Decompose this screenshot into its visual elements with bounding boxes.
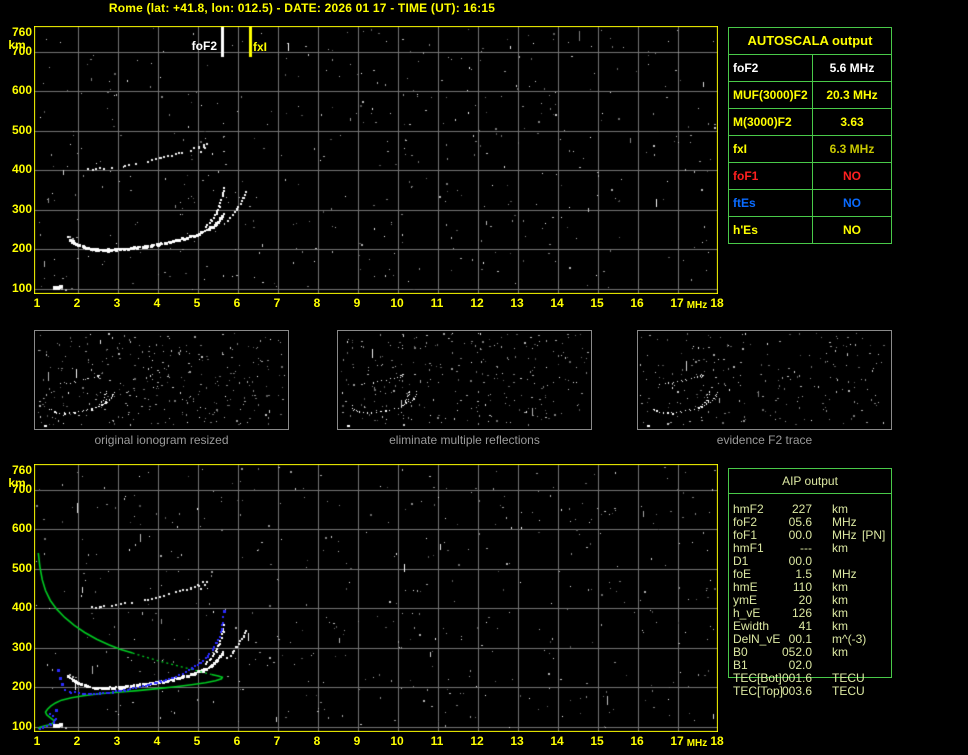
aip-row-extra: [PN] xyxy=(862,528,886,542)
x-axis-tick-label: 5 xyxy=(193,296,201,310)
autoscala-row-value: NO xyxy=(843,196,861,210)
x-axis-tick-label: 7 xyxy=(273,296,281,310)
aip-row: B0 052.0 km xyxy=(728,646,898,659)
x-axis-tick-label: 14 xyxy=(550,734,564,748)
x-axis-tick-label: 12 xyxy=(470,734,484,748)
x-axis-tick-label: 12 xyxy=(470,296,484,310)
aip-row: DelN_vE 00.1 m^(-3) xyxy=(728,633,898,646)
y-axis-tick-label: 100 xyxy=(11,281,32,296)
y-axis-tick-label: 500 xyxy=(11,560,32,575)
x-axis-tick-label: 5 xyxy=(193,734,201,748)
profile-plot xyxy=(34,464,718,732)
y-axis-unit-label: km xyxy=(8,38,26,52)
x-axis-unit-label: MHz xyxy=(686,738,708,749)
x-axis-tick-label: 15 xyxy=(590,296,604,310)
x-axis-tick-label: 4 xyxy=(153,296,161,310)
x-axis-tick-label: 9 xyxy=(353,734,361,748)
autoscala-row-label: h'Es xyxy=(729,217,813,243)
autoscala-row-label: foF1 xyxy=(729,163,813,189)
aip-row: D1 00.0 xyxy=(728,555,898,568)
aip-table-title: AIP output xyxy=(729,469,891,494)
x-axis-tick-label: 2 xyxy=(73,734,81,748)
y-axis-tick-label: 300 xyxy=(11,201,32,216)
y-axis-tick-label: 300 xyxy=(11,639,32,654)
autoscala-row: ftEs NO xyxy=(729,189,891,216)
y-axis-tick-label: 760 xyxy=(11,25,32,39)
autoscala-row-value: NO xyxy=(843,169,861,183)
x-axis-tick-label: 1 xyxy=(33,296,41,310)
y-axis-unit-label: km xyxy=(8,476,26,490)
x-axis-tick-label: 9 xyxy=(353,296,361,310)
x-axis-tick-label: 10 xyxy=(390,734,404,748)
thumbnail-original-ionogram xyxy=(34,330,289,430)
y-axis-tick-label: 760 xyxy=(11,463,32,477)
aip-row-value: 003.6 xyxy=(781,684,812,698)
y-axis-tick-label: 400 xyxy=(11,162,32,177)
x-axis-tick-label: 2 xyxy=(73,296,81,310)
y-axis-tick-label: 200 xyxy=(11,241,32,256)
aip-row-unit: TECU xyxy=(832,684,865,698)
autoscala-row-label: ftEs xyxy=(729,190,813,216)
x-axis-tick-label: 16 xyxy=(630,296,644,310)
x-axis-tick-label: 16 xyxy=(630,734,644,748)
aip-row-unit: km xyxy=(832,541,848,555)
autoscala-row-value: NO xyxy=(843,223,861,237)
thumbnail-eliminate-reflections xyxy=(337,330,592,430)
x-axis-tick-label: 3 xyxy=(113,734,121,748)
autoscala-row: MUF(3000)F2 20.3 MHz xyxy=(729,81,891,108)
thumbnail-caption-eliminate: eliminate multiple reflections xyxy=(389,433,540,447)
y-axis-tick-label: 100 xyxy=(11,719,32,734)
x-axis-unit-label: MHz xyxy=(686,300,708,311)
x-axis-tick-label: 4 xyxy=(153,734,161,748)
autoscala-row: fxI 6.3 MHz xyxy=(729,135,891,162)
autoscala-row: h'Es NO xyxy=(729,216,891,243)
x-axis-tick-label: 11 xyxy=(430,734,444,748)
autoscala-row: foF2 5.6 MHz xyxy=(729,55,891,81)
aip-row-label: TEC[Top] xyxy=(733,684,784,698)
autoscala-row-label: M(3000)F2 xyxy=(729,109,813,135)
aip-row: TEC[Top] 003.6 TECU xyxy=(728,685,898,698)
autoscala-row-value: 5.6 MHz xyxy=(829,61,875,75)
autoscala-row-value: 3.63 xyxy=(840,115,864,129)
x-axis-tick-label: 8 xyxy=(313,296,321,310)
aip-row-unit: km xyxy=(832,645,848,659)
autoscala-row-label: foF2 xyxy=(729,55,813,81)
autoscala-table: AUTOSCALA output foF2 5.6 MHz MUF(3000)F2 2… xyxy=(728,27,892,244)
x-axis-tick-label: 11 xyxy=(430,296,444,310)
fof2-marker-label: foF2 xyxy=(191,39,217,53)
y-axis-tick-label: 600 xyxy=(11,521,32,536)
x-axis-tick-label: 6 xyxy=(233,296,241,310)
x-axis-tick-label: 10 xyxy=(390,296,404,310)
autoscala-app: Rome (lat: +41.8, lon: 012.5) - DATE: 20… xyxy=(0,0,968,755)
thumbnail-caption-evidence: evidence F2 trace xyxy=(716,433,813,447)
ionogram-plot xyxy=(34,26,718,294)
autoscala-row: foF1 NO xyxy=(729,162,891,189)
x-axis-tick-label: 15 xyxy=(590,734,604,748)
autoscala-row-value: 6.3 MHz xyxy=(829,142,875,156)
autoscala-table-title: AUTOSCALA output xyxy=(729,28,891,55)
y-axis-tick-label: 200 xyxy=(11,679,32,694)
x-axis-tick-label: 13 xyxy=(510,296,524,310)
x-axis-tick-label: 7 xyxy=(273,734,281,748)
x-axis-tick-label: 3 xyxy=(113,296,121,310)
y-axis-tick-label: 400 xyxy=(11,600,32,615)
autoscala-row-label: MUF(3000)F2 xyxy=(729,82,813,108)
fxi-marker-label: fxI xyxy=(253,40,268,54)
thumbnail-caption-original: original ionogram resized xyxy=(94,433,229,447)
thumbnail-evidence-f2-trace xyxy=(637,330,892,430)
x-axis-tick-label: 14 xyxy=(550,296,564,310)
autoscala-row-label: fxI xyxy=(729,136,813,162)
autoscala-row: M(3000)F2 3.63 xyxy=(729,108,891,135)
x-axis-tick-label: 6 xyxy=(233,734,241,748)
autoscala-row-value: 20.3 MHz xyxy=(826,88,878,102)
x-axis-tick-label: 8 xyxy=(313,734,321,748)
autoscala-table-body: foF2 5.6 MHz MUF(3000)F2 20.3 MHz M(3000)F2 3… xyxy=(729,55,891,243)
x-axis-tick-label: 13 xyxy=(510,734,524,748)
aip-row: hmF1 --- km xyxy=(728,542,898,555)
x-axis-tick-label: 1 xyxy=(33,734,41,748)
y-axis-tick-label: 500 xyxy=(11,122,32,137)
y-axis-tick-label: 600 xyxy=(11,83,32,98)
page-title: Rome (lat: +41.8, lon: 012.5) - DATE: 20… xyxy=(108,1,496,15)
